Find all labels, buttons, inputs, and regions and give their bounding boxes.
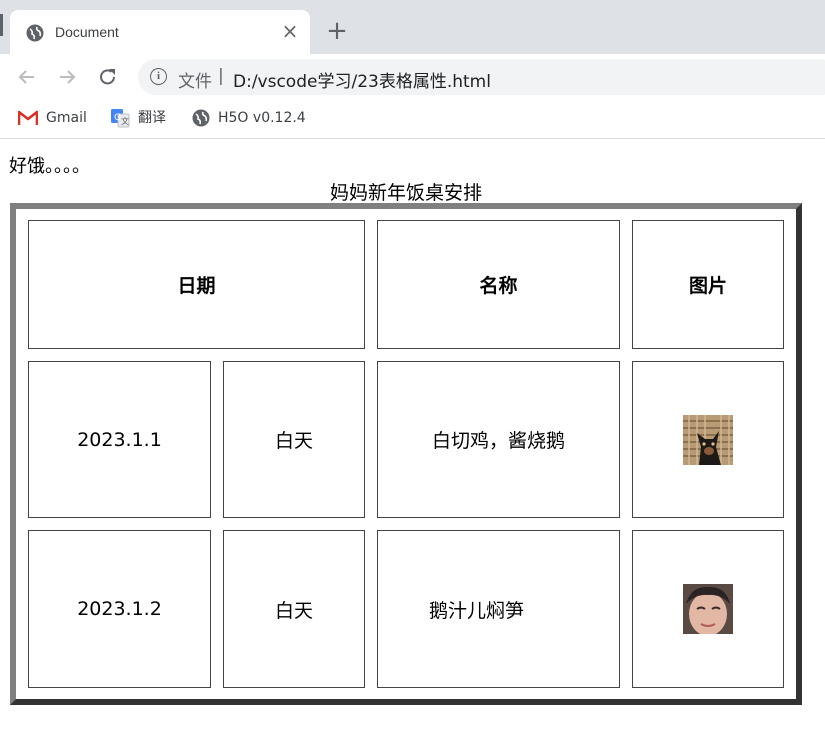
bookmarks-bar: Gmail G 文 翻译 H5O v0.12.4 bbox=[0, 100, 825, 139]
header-date: 日期 bbox=[28, 220, 365, 349]
person-photo bbox=[683, 584, 733, 634]
globe-icon bbox=[26, 24, 44, 42]
row2-picture-cell bbox=[632, 530, 784, 688]
globe-icon bbox=[192, 109, 210, 127]
row1-time: 白天 bbox=[223, 361, 365, 518]
address-url: D:/vscode学习/23表格属性.html bbox=[233, 72, 491, 92]
svg-text:文: 文 bbox=[121, 116, 129, 126]
info-icon[interactable]: i bbox=[150, 68, 167, 85]
close-tab-icon[interactable]: × bbox=[280, 21, 300, 41]
bookmark-label: H5O v0.12.4 bbox=[218, 110, 306, 126]
new-tab-icon[interactable]: + bbox=[326, 18, 348, 44]
address-separator: | bbox=[218, 66, 224, 86]
bookmark-label: 翻译 bbox=[138, 110, 166, 126]
row2-time: 白天 bbox=[223, 530, 365, 688]
header-picture: 图片 bbox=[632, 220, 784, 349]
table-caption: 妈妈新年饭桌安排 bbox=[329, 182, 482, 204]
forward-arrow-icon[interactable] bbox=[56, 66, 78, 88]
back-arrow-icon[interactable] bbox=[16, 66, 38, 88]
bookmark-gmail[interactable]: Gmail bbox=[18, 108, 87, 128]
tab-document[interactable]: Document × bbox=[10, 10, 310, 54]
row2-dish: 鹅汁儿焖笋 bbox=[377, 530, 620, 688]
reload-icon[interactable] bbox=[97, 66, 119, 88]
bookmark-label: Gmail bbox=[46, 110, 87, 126]
row1-dish: 白切鸡，酱烧鹅 bbox=[377, 361, 620, 518]
window-edge bbox=[0, 14, 3, 36]
address-bar[interactable]: i 文件 | D:/vscode学习/23表格属性.html bbox=[138, 59, 825, 95]
toolbar: i 文件 | D:/vscode学习/23表格属性.html bbox=[0, 54, 825, 100]
bookmark-translate[interactable]: G 文 翻译 bbox=[110, 108, 166, 128]
row2-date: 2023.1.2 bbox=[28, 530, 211, 688]
tab-title: Document bbox=[55, 24, 119, 40]
row1-date: 2023.1.1 bbox=[28, 361, 211, 518]
gmail-icon bbox=[18, 110, 38, 125]
intro-text: 好饿。。。。 bbox=[9, 156, 90, 177]
header-name: 名称 bbox=[377, 220, 620, 349]
address-scheme: 文件 bbox=[178, 72, 212, 92]
bookmark-h5o[interactable]: H5O v0.12.4 bbox=[192, 108, 306, 128]
dog-photo bbox=[683, 414, 733, 465]
tab-strip: Document × + bbox=[0, 0, 825, 54]
row1-picture-cell bbox=[632, 361, 784, 518]
svg-text:G: G bbox=[114, 113, 121, 123]
translate-icon: G 文 bbox=[111, 109, 130, 128]
